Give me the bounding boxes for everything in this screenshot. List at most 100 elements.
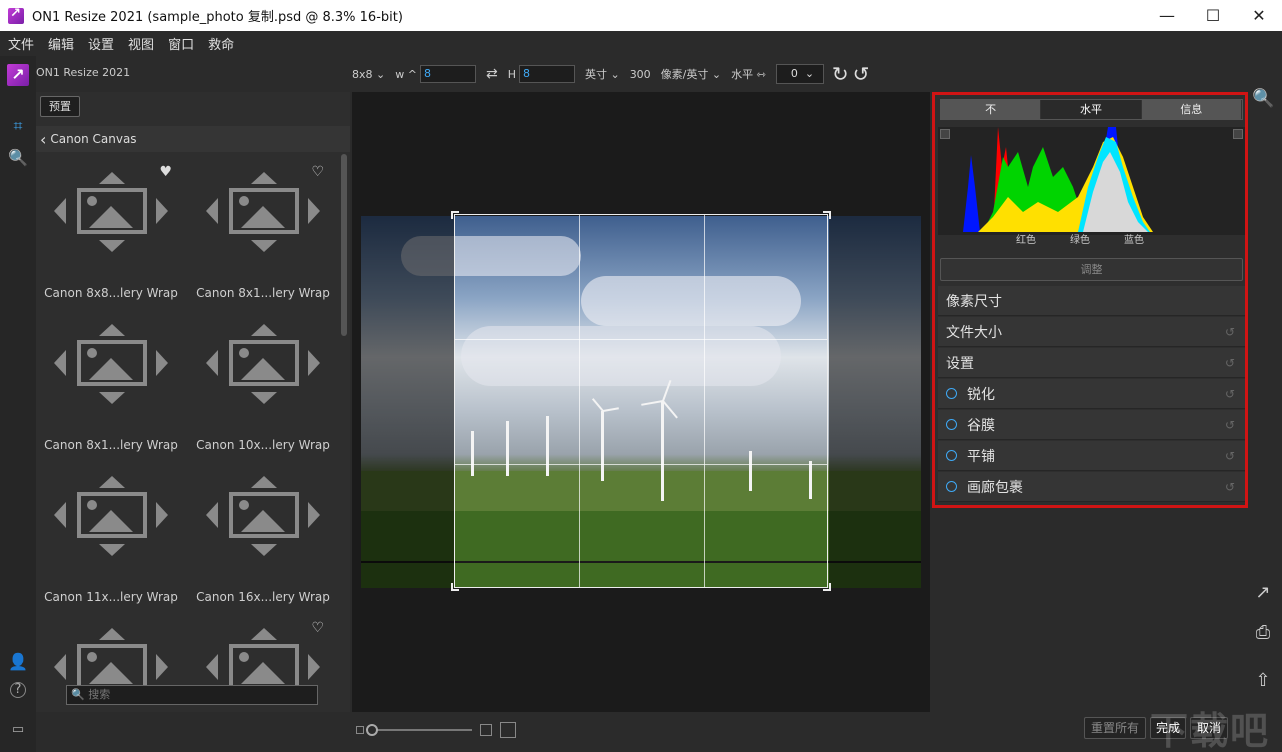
app-window: ON1 Resize 2021 (sample_photo 复制.psd @ 8…	[0, 0, 1282, 752]
zoom-out-icon[interactable]	[356, 726, 364, 734]
zoom-in-icon[interactable]	[480, 724, 492, 736]
inspector-panel: 不 水平 信息 红色 绿色 蓝色 调整 像素尺寸 文件大小 ↺ 设置 ↺ 锐化 …	[932, 92, 1248, 508]
export-icon[interactable]: ↗	[1252, 582, 1274, 604]
swap-dimensions-icon[interactable]: ⇄	[486, 66, 498, 82]
crop-handle-top-left[interactable]	[451, 211, 459, 219]
print-icon[interactable]: ⎙	[1252, 622, 1274, 644]
zoom-slider[interactable]	[366, 724, 472, 736]
menu-edit[interactable]: 编辑	[48, 34, 74, 53]
preset-item[interactable]: Canon 10x...lery Wrap	[188, 306, 338, 456]
favorite-heart-icon[interactable]: ♡	[311, 620, 324, 636]
rotate-cw-icon[interactable]: ↻	[832, 62, 849, 86]
reset-all-button[interactable]: 重置所有	[1084, 717, 1146, 739]
reset-icon[interactable]: ↺	[1225, 387, 1235, 401]
reset-icon[interactable]: ↺	[1225, 356, 1235, 370]
enable-toggle-icon[interactable]	[946, 419, 957, 430]
preset-item[interactable]	[36, 610, 186, 690]
height-field-group: H 8	[508, 65, 575, 83]
size-preset-dropdown[interactable]: 8x8 ⌄	[352, 68, 385, 81]
zoom-magnifier-icon[interactable]: 🔍	[1252, 88, 1274, 110]
section-sharpen[interactable]: 锐化 ↺	[938, 379, 1245, 409]
preset-item[interactable]: Canon 11x...lery Wrap	[36, 458, 186, 608]
favorite-heart-icon[interactable]: ♡	[311, 164, 324, 180]
menu-view[interactable]: 视图	[128, 34, 154, 53]
preset-item[interactable]: Canon 16x...lery Wrap	[188, 458, 338, 608]
preset-label: Canon 8x8...lery Wrap	[44, 286, 178, 300]
zoom-pan-tool-icon[interactable]: 🔍	[8, 148, 28, 168]
section-gallery-wrap[interactable]: 画廊包裹 ↺	[938, 472, 1245, 502]
image-canvas[interactable]	[352, 92, 930, 712]
section-pixel-dimensions[interactable]: 像素尺寸	[938, 286, 1245, 316]
section-film-grain[interactable]: 谷膜 ↺	[938, 410, 1245, 440]
preset-item[interactable]: ♡ Canon 8x1...lery Wrap	[188, 154, 338, 304]
reset-icon[interactable]: ↺	[1225, 418, 1235, 432]
crop-handle-bottom-right[interactable]	[823, 583, 831, 591]
title-bar: ON1 Resize 2021 (sample_photo 复制.psd @ 8…	[0, 0, 1282, 31]
rotate-ccw-icon[interactable]: ↺	[853, 62, 870, 86]
resolution-value[interactable]: 300	[630, 68, 651, 81]
preset-scrollbar[interactable]	[341, 154, 347, 336]
crop-mask-left	[361, 216, 454, 588]
width-input[interactable]: 8	[419, 65, 476, 83]
menu-help[interactable]: 救命	[208, 34, 234, 53]
menu-window[interactable]: 窗口	[168, 34, 194, 53]
highlight-clip-toggle[interactable]	[1233, 129, 1243, 139]
menu-file[interactable]: 文件	[8, 34, 34, 53]
enable-toggle-icon[interactable]	[946, 388, 957, 399]
preset-item[interactable]: Canon 8x1...lery Wrap	[36, 306, 186, 456]
reset-icon[interactable]: ↺	[1225, 325, 1235, 339]
crop-box[interactable]	[451, 211, 831, 591]
tab-info[interactable]: 信息	[1141, 100, 1242, 119]
maximize-button[interactable]: ☐	[1190, 0, 1236, 31]
tab-histogram[interactable]: 水平	[1041, 100, 1142, 119]
preset-browser-panel: 预置 ‹ Canon Canvas ♥ Canon 8x8...lery Wra…	[36, 92, 350, 712]
preset-thumbnail-icon	[54, 476, 168, 556]
back-chevron-icon[interactable]: ‹	[40, 130, 46, 149]
share-icon[interactable]: ⇧	[1252, 670, 1274, 692]
help-icon[interactable]: ?	[10, 682, 26, 698]
unit-dropdown[interactable]: 英寸 ⌄	[585, 66, 620, 82]
preset-thumbnail-icon	[206, 324, 320, 404]
preset-label: Canon 8x1...lery Wrap	[196, 286, 330, 300]
rotation-dropdown[interactable]: 0 ⌄	[775, 64, 824, 84]
zoom-bar	[352, 716, 930, 744]
crop-handle-bottom-left[interactable]	[451, 583, 459, 591]
height-input[interactable]: 8	[518, 65, 575, 83]
orientation-toggle[interactable]: 水平 ⇿	[731, 66, 766, 82]
crop-tool-icon[interactable]: ⌗	[8, 116, 28, 136]
window-title: ON1 Resize 2021 (sample_photo 复制.psd @ 8…	[32, 10, 403, 25]
view-tabs: 不 水平 信息	[940, 99, 1243, 120]
adjust-button[interactable]: 调整	[940, 258, 1243, 281]
crop-handle-top-right[interactable]	[823, 211, 831, 219]
fit-screen-icon[interactable]	[500, 722, 516, 738]
section-settings[interactable]: 设置 ↺	[938, 348, 1245, 378]
favorite-heart-icon[interactable]: ♥	[159, 164, 172, 180]
brand-name: ON1 Resize 2021	[36, 66, 131, 79]
section-file-size[interactable]: 文件大小 ↺	[938, 317, 1245, 347]
orientation-icon: ⇿	[756, 67, 766, 81]
enable-toggle-icon[interactable]	[946, 481, 957, 492]
breadcrumb[interactable]: ‹ Canon Canvas	[36, 126, 350, 152]
section-tiling[interactable]: 平铺 ↺	[938, 441, 1245, 471]
presets-button[interactable]: 预置	[40, 96, 80, 117]
close-button[interactable]: ✕	[1236, 0, 1282, 31]
panel-toggle-icon[interactable]: ▭	[8, 720, 28, 740]
account-icon[interactable]: 👤	[8, 652, 28, 672]
search-input[interactable]: 🔍 搜索	[66, 685, 318, 705]
tab-none[interactable]: 不	[941, 100, 1042, 119]
preset-item[interactable]: ♥ Canon 8x8...lery Wrap	[36, 154, 186, 304]
minimize-button[interactable]: —	[1144, 0, 1190, 31]
shadow-clip-toggle[interactable]	[940, 129, 950, 139]
green-channel-label: 绿色	[1070, 235, 1090, 246]
preset-thumbnail-icon	[206, 476, 320, 556]
reset-icon[interactable]: ↺	[1225, 449, 1235, 463]
preset-item[interactable]: ♡	[188, 610, 338, 690]
app-logo-icon	[8, 6, 24, 24]
preset-thumbnail-icon	[54, 324, 168, 404]
preset-thumbnail-icon	[206, 628, 320, 690]
reset-icon[interactable]: ↺	[1225, 480, 1235, 494]
menu-settings[interactable]: 设置	[88, 34, 114, 53]
resolution-unit-dropdown[interactable]: 像素/英寸 ⌄	[661, 66, 721, 82]
width-field-group: w ^ 8	[395, 65, 476, 83]
enable-toggle-icon[interactable]	[946, 450, 957, 461]
